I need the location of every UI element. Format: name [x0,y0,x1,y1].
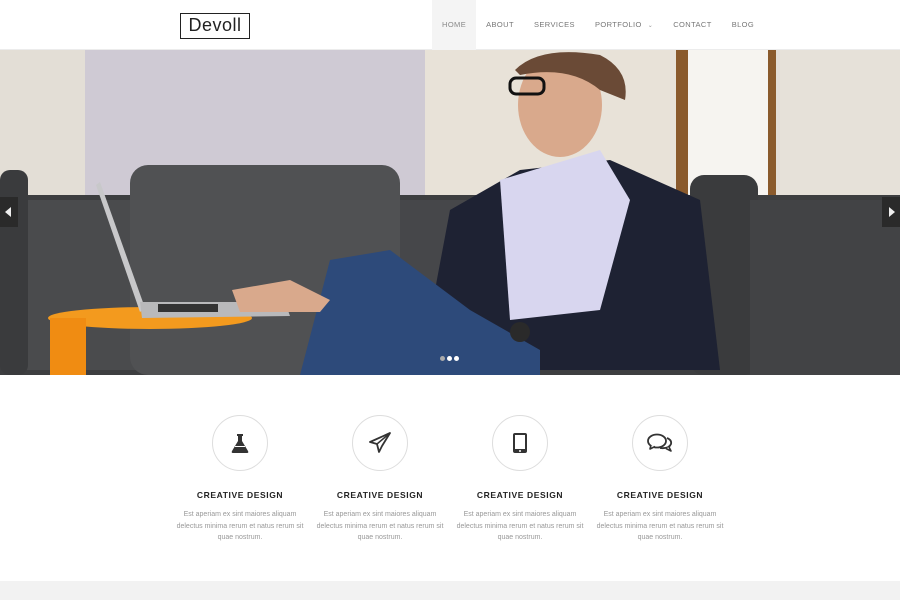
feature-title: CREATIVE DESIGN [616,490,704,500]
nav-item-home[interactable]: HOME [432,0,477,50]
arrow-left-icon [5,207,11,217]
features-section: CREATIVE DESIGN Est aperiam ex sint maio… [170,415,730,555]
nav-item-services[interactable]: SERVICES [524,0,585,50]
feature-item: CREATIVE DESIGN Est aperiam ex sint maio… [170,415,310,555]
nav-label: CONTACT [673,20,712,29]
nav-item-contact[interactable]: CONTACT [663,0,722,50]
chevron-down-icon: ⌄ [647,23,654,29]
slider-dot[interactable] [440,356,445,361]
feature-item: CREATIVE DESIGN Est aperiam ex sint maio… [590,415,730,555]
feature-icon-circle [632,415,688,471]
nav-label: SERVICES [533,20,575,29]
feature-icon-circle [212,415,268,471]
slider-pagination [440,356,459,361]
paper-plane-icon [369,432,391,453]
footer-strip [0,581,900,600]
feature-icon-circle [352,415,408,471]
main-nav: HOME ABOUT SERVICES PORTFOLIO ⌄ CONTACT B… [432,0,764,50]
nav-item-portfolio[interactable]: PORTFOLIO ⌄ [585,0,663,50]
slider-dot[interactable] [454,356,459,361]
flask-icon [231,434,249,453]
feature-description: Est aperiam ex sint maiores aliquam dele… [456,511,584,541]
feature-item: CREATIVE DESIGN Est aperiam ex sint maio… [310,415,450,555]
nav-label: HOME [442,20,467,29]
slider-dot-active[interactable] [447,356,452,361]
feature-icon-circle [492,415,548,471]
nav-label: PORTFOLIO [594,20,642,29]
hero-image [0,50,900,375]
site-logo[interactable]: Devoll [180,13,250,39]
feature-title: CREATIVE DESIGN [476,490,564,500]
feature-title: CREATIVE DESIGN [336,490,424,500]
chat-bubbles-icon [647,433,673,452]
tablet-icon [513,433,527,453]
nav-item-blog[interactable]: BLOG [722,0,764,50]
nav-label: BLOG [731,20,755,29]
feature-description: Est aperiam ex sint maiores aliquam dele… [176,511,304,541]
feature-title: CREATIVE DESIGN [196,490,284,500]
slider-prev-button[interactable] [0,197,18,227]
arrow-right-icon [889,207,895,217]
nav-item-about[interactable]: ABOUT [476,0,524,50]
feature-item: CREATIVE DESIGN Est aperiam ex sint maio… [450,415,590,555]
site-header: Devoll HOME ABOUT SERVICES PORTFOLIO ⌄ CO… [0,0,900,50]
feature-description: Est aperiam ex sint maiores aliquam dele… [316,511,444,541]
slider-next-button[interactable] [882,197,900,227]
hero-slider [0,50,900,375]
feature-description: Est aperiam ex sint maiores aliquam dele… [596,511,724,541]
nav-label: ABOUT [486,20,514,29]
